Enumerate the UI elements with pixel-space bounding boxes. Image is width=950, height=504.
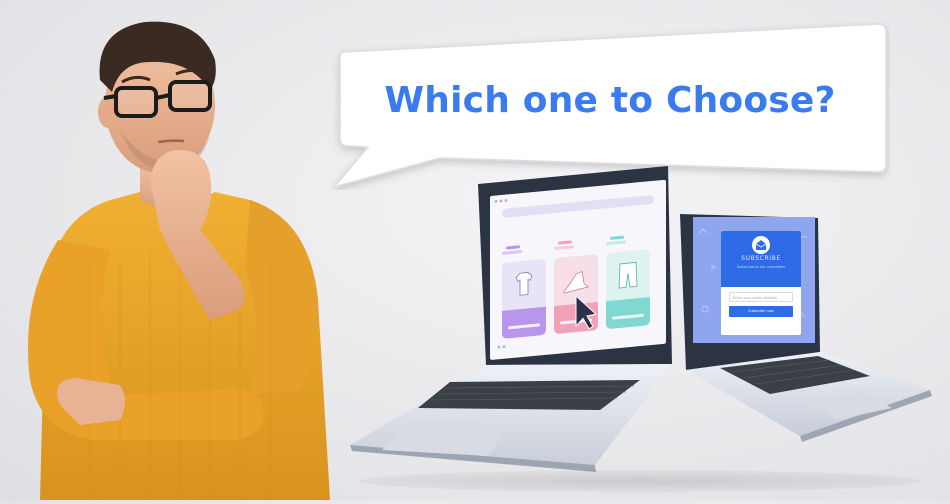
floor-shadow bbox=[360, 470, 920, 492]
subscribe-popup: SUBSCRIBE Subscribe to our newsletter En… bbox=[721, 231, 801, 335]
email-field[interactable]: Enter your email address bbox=[729, 292, 793, 302]
envelope-icon bbox=[752, 236, 770, 254]
raised-arm bbox=[245, 200, 319, 395]
mouth bbox=[157, 139, 185, 144]
subscribe-title: SUBSCRIBE bbox=[741, 255, 781, 262]
laptop-subscribe-popup: SUBSCRIBE Subscribe to our newsletter En… bbox=[680, 210, 950, 450]
subscribe-button[interactable]: Subscribe now bbox=[729, 306, 793, 317]
subscribe-subtitle: Subscribe to our newsletter bbox=[736, 265, 786, 269]
screen-subscribe-page: SUBSCRIBE Subscribe to our newsletter En… bbox=[693, 217, 815, 343]
marketing-banner: Which one to Choose? SUBSCRIBE Subscribe… bbox=[0, 0, 950, 500]
product-card-shirt[interactable] bbox=[502, 259, 546, 339]
product-card-pants[interactable] bbox=[606, 249, 650, 329]
product-page-mockup bbox=[494, 195, 654, 349]
screen-product-page bbox=[490, 179, 666, 360]
bubble-question: Which one to Choose? bbox=[384, 79, 836, 121]
laptop-product-cards bbox=[340, 160, 680, 490]
